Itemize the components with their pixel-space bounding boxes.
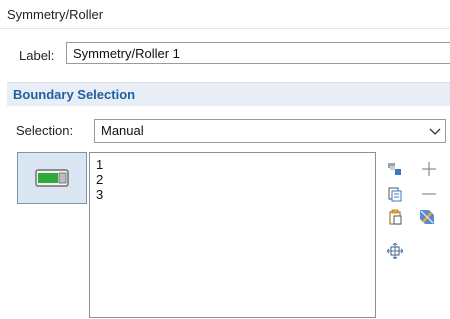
active-toggle-button[interactable] [17, 152, 87, 204]
list-item[interactable]: 1 [96, 157, 369, 172]
paste-selection-icon[interactable] [387, 186, 403, 202]
boundary-selection-header[interactable]: Boundary Selection [7, 82, 450, 106]
add-icon[interactable] [421, 161, 437, 177]
selection-caption: Selection: [16, 123, 74, 138]
selection-listbox[interactable]: 1 2 3 [89, 152, 376, 318]
select-boundaries-icon[interactable] [387, 161, 403, 177]
copy-selection-icon[interactable] [387, 209, 403, 225]
label-row: Label: [19, 44, 58, 66]
label-input[interactable]: Symmetry/Roller 1 [66, 42, 450, 64]
zoom-to-selection-icon[interactable] [387, 243, 403, 259]
label-caption: Label: [19, 47, 55, 63]
title-separator [0, 28, 450, 29]
list-item[interactable]: 3 [96, 187, 369, 202]
list-item[interactable]: 2 [96, 172, 369, 187]
chevron-down-icon [429, 128, 441, 135]
panel-title: Symmetry/Roller [7, 7, 104, 22]
selection-value: Manual [101, 123, 144, 138]
clear-selection-icon[interactable] [419, 209, 435, 225]
selection-dropdown[interactable]: Manual [94, 119, 446, 143]
remove-icon[interactable] [421, 186, 437, 202]
active-toggle-icon [35, 169, 69, 187]
